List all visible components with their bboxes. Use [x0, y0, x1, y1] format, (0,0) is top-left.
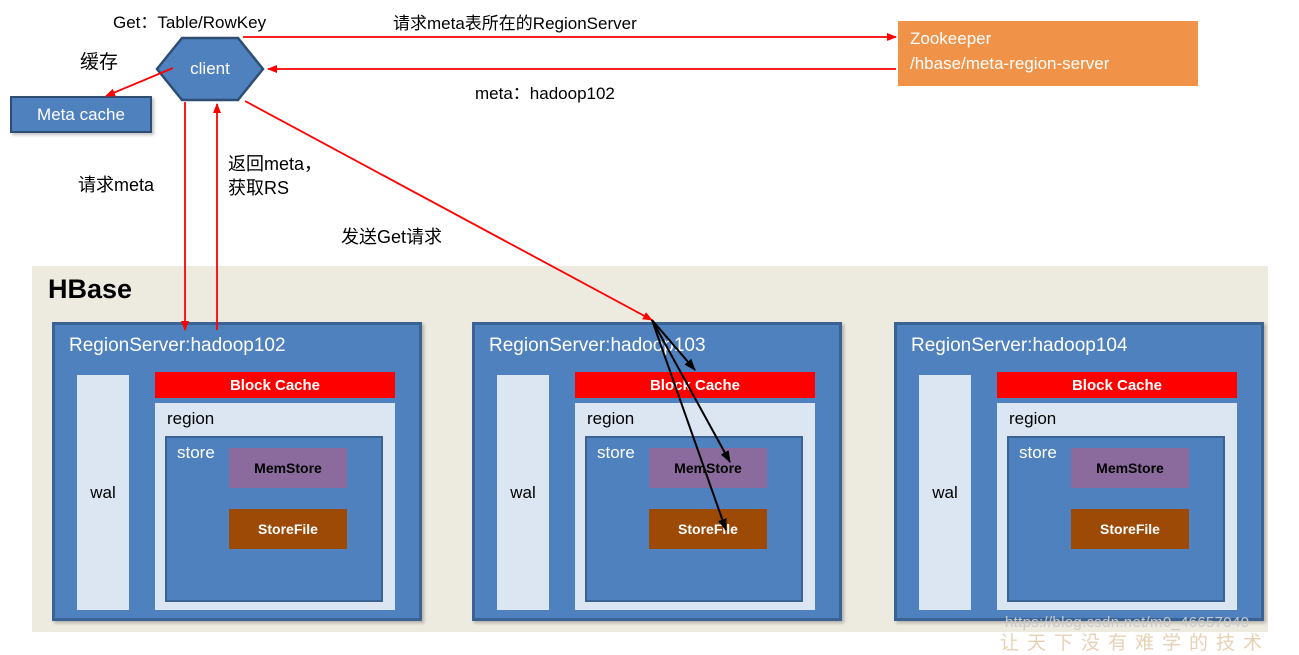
return-meta-label: 返回meta， 获取RS: [228, 154, 323, 199]
region-block: region store MemStore StoreFile: [997, 403, 1237, 610]
store-block: store MemStore StoreFile: [165, 436, 383, 602]
wal-block: wal: [77, 375, 129, 610]
client-label: client: [190, 59, 230, 78]
memstore-block: MemStore: [1071, 448, 1189, 488]
wal-block: wal: [919, 375, 971, 610]
zookeeper-node[interactable]: Zookeeper /hbase/meta-region-server: [898, 21, 1198, 86]
memstore-block: MemStore: [229, 448, 347, 488]
store-label: store: [597, 443, 635, 462]
region-server-hadoop104[interactable]: RegionServer:hadoop104 wal Block Cache r…: [894, 322, 1264, 621]
block-cache-block: Block Cache: [997, 372, 1237, 398]
block-cache-block: Block Cache: [155, 372, 395, 398]
store-label: store: [1019, 443, 1057, 462]
wal-block: wal: [497, 375, 549, 610]
region-server-hadoop102[interactable]: RegionServer:hadoop102 wal Block Cache r…: [52, 322, 422, 621]
block-cache-block: Block Cache: [575, 372, 815, 398]
region-server-title: RegionServer:hadoop102: [69, 335, 286, 356]
zookeeper-line1: Zookeeper: [910, 29, 992, 48]
region-block: region store MemStore StoreFile: [155, 403, 395, 610]
get-request-label: Get：Table/RowKey: [113, 13, 267, 32]
region-label: region: [587, 409, 635, 428]
store-block: store MemStore StoreFile: [1007, 436, 1225, 602]
region-server-title: RegionServer:hadoop103: [489, 335, 706, 356]
region-server-title: RegionServer:hadoop104: [911, 335, 1128, 356]
storefile-block: StoreFile: [1071, 509, 1189, 549]
meta-hadoop-label: meta：hadoop102: [475, 84, 615, 103]
cache-label: 缓存: [80, 52, 119, 73]
storefile-block: StoreFile: [649, 509, 767, 549]
hbase-title: HBase: [48, 274, 133, 304]
request-meta-label: 请求meta: [78, 175, 155, 195]
request-meta-regionserver-label: 请求meta表所在的RegionServer: [393, 14, 637, 33]
zookeeper-line2: /hbase/meta-region-server: [910, 53, 1110, 73]
diagram-canvas: HBase RegionServer:hadoop102 wal Block C…: [0, 0, 1299, 654]
region-label: region: [167, 409, 215, 428]
client-node[interactable]: client: [155, 36, 265, 102]
store-block: store MemStore StoreFile: [585, 436, 803, 602]
region-block: region store MemStore StoreFile: [575, 403, 815, 610]
watermark-chinese: 让天下没有难学的技术: [1000, 633, 1271, 654]
region-label: region: [1009, 409, 1057, 428]
memstore-block: MemStore: [649, 448, 767, 488]
storefile-block: StoreFile: [229, 509, 347, 549]
send-get-request-label: 发送Get请求: [341, 227, 443, 247]
region-server-hadoop103[interactable]: RegionServer:hadoop103 wal Block Cache r…: [472, 322, 842, 621]
store-label: store: [177, 443, 215, 462]
meta-cache-node[interactable]: Meta cache: [10, 96, 152, 133]
